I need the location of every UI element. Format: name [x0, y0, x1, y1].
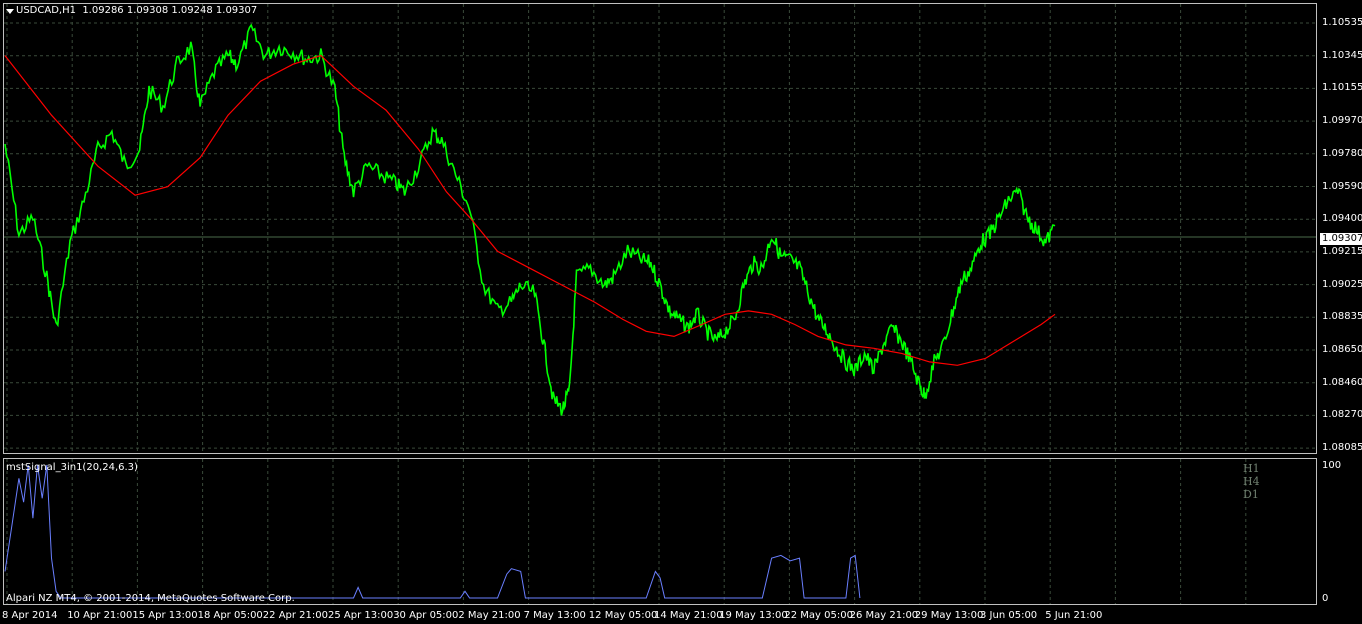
- price-axis-tick: 1.08270: [1322, 409, 1362, 421]
- time-axis-tick: 22 May 05:00: [784, 610, 853, 621]
- time-axis-tick: 26 May 21:00: [849, 610, 919, 621]
- chart-ohlc: 1.09286 1.09308 1.09248 1.09307: [82, 5, 258, 16]
- time-axis-tick: 10 Apr 21:00: [67, 610, 133, 621]
- time-axis-tick: 29 May 13:00: [914, 610, 984, 621]
- indicator-chart-svg: [4, 459, 1247, 604]
- time-axis-tick: 12 May 05:00: [588, 610, 658, 621]
- price-axis-tick: 1.10155: [1322, 82, 1362, 94]
- time-axis-tick: 14 May 21:00: [654, 610, 723, 621]
- price-axis-tick: 1.09970: [1322, 115, 1362, 127]
- price-axis-tick: 1.09400: [1322, 213, 1362, 225]
- price-series-line: [4, 23, 1056, 416]
- chart-menu-triangle-icon[interactable]: [6, 9, 14, 14]
- price-axis-tick: 1.10345: [1322, 49, 1362, 61]
- time-axis-tick: 18 Apr 05:00: [197, 610, 263, 621]
- price-axis-tick: 1.10535: [1322, 17, 1362, 28]
- price-axis-tick: 1.08085: [1322, 442, 1362, 454]
- price-chart-pane[interactable]: [3, 3, 1317, 454]
- price-axis-tick: 1.08650: [1322, 344, 1362, 355]
- indicator-title: mstSignal_3in1(20,24,6.3): [6, 462, 138, 473]
- time-axis-tick: 19 May 13:00: [719, 610, 788, 621]
- time-axis-tick: 8 Apr 2014: [2, 610, 58, 621]
- indicator-scale-min: 0: [1322, 593, 1329, 604]
- time-axis-tick: 3 Jun 05:00: [980, 610, 1038, 621]
- broker-copyright: Alpari NZ MT4, © 2001-2014, MetaQuotes S…: [6, 593, 295, 604]
- time-axis-tick: 5 Jun 21:00: [1045, 610, 1103, 621]
- indicator-scale-max: 100: [1322, 460, 1342, 471]
- price-axis-tick: 1.09590: [1322, 180, 1362, 192]
- chart-title: USDCAD,H1 1.09286 1.09308 1.09248 1.0930…: [16, 5, 257, 17]
- time-axis-tick: 22 Apr 21:00: [262, 610, 328, 621]
- time-axis-tick: 25 Apr 13:00: [328, 610, 394, 621]
- time-axis-tick: 2 May 21:00: [458, 610, 521, 621]
- indicator-series-line: [4, 464, 861, 599]
- timeframe-h4-label: H4: [1243, 475, 1260, 488]
- price-axis-tick: 1.09215: [1322, 245, 1362, 257]
- time-axis-tick: 15 Apr 13:00: [132, 610, 198, 621]
- indicator-pane[interactable]: [3, 458, 1317, 605]
- chart-symbol: USDCAD,H1: [16, 5, 76, 16]
- time-axis-tick: 7 May 13:00: [523, 610, 586, 621]
- price-axis-tick: 1.08460: [1322, 376, 1362, 388]
- price-axis-tick: 1.09025: [1322, 278, 1362, 290]
- current-price-tag: 1.09307: [1320, 233, 1362, 245]
- moving-average-line: [4, 54, 1056, 366]
- timeframe-h1-label: H1: [1243, 462, 1260, 475]
- time-axis-tick: 30 Apr 05:00: [393, 610, 459, 621]
- price-chart-svg: [4, 4, 1316, 453]
- price-axis-tick: 1.09780: [1322, 147, 1362, 159]
- price-axis-tick: 1.08835: [1322, 311, 1362, 323]
- timeframe-d1-label: D1: [1243, 488, 1259, 501]
